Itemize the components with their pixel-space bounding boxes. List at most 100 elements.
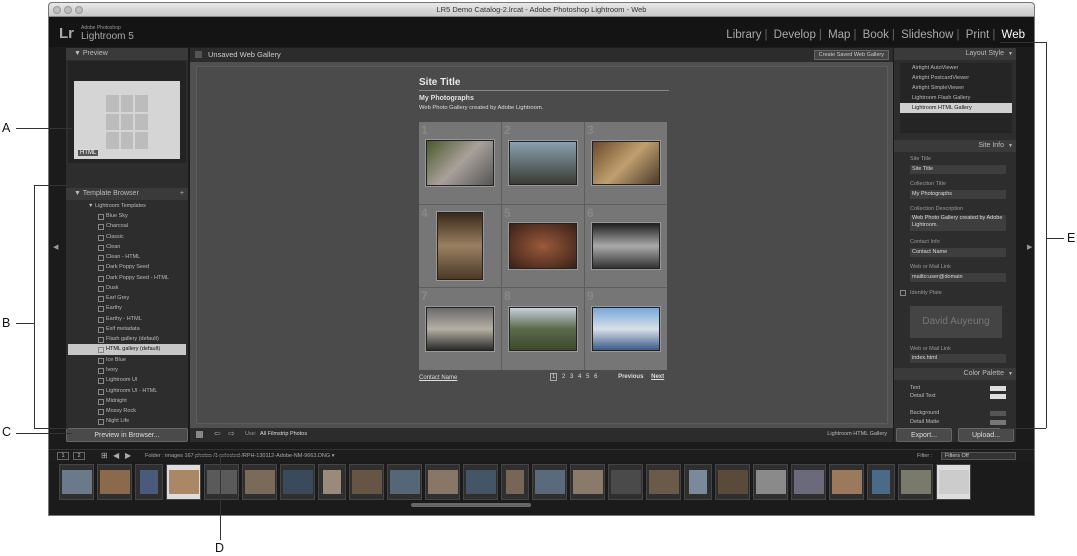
next-arrow-icon[interactable]: ⇨ — [228, 429, 235, 438]
filmstrip-thumbnail[interactable] — [570, 464, 605, 500]
filmstrip-thumbnail[interactable] — [867, 464, 895, 500]
layout-style-header[interactable]: Layout Style — [894, 48, 1016, 60]
template-item[interactable]: Classic — [68, 232, 186, 242]
layout-style-item[interactable]: Lightroom Flash Gallery — [900, 93, 1012, 103]
next-link[interactable]: Next — [651, 374, 664, 380]
filmstrip-thumbnail[interactable] — [501, 464, 529, 500]
template-item[interactable]: Earthy — [68, 303, 186, 313]
template-item[interactable]: Earl Grey — [68, 293, 186, 303]
template-item[interactable]: Clean - HTML — [68, 252, 186, 262]
filmstrip-thumbnail[interactable] — [829, 464, 864, 500]
filmstrip-thumbnail[interactable] — [166, 464, 201, 500]
forward-arrow-icon[interactable]: ▶ — [125, 451, 131, 460]
template-item[interactable]: Lightroom UI - HTML — [68, 386, 186, 396]
identity-plate[interactable]: David Auyeung — [910, 306, 1002, 338]
source-path[interactable]: Folder : images 167 photos /1 selected /… — [145, 453, 334, 459]
photo-thumbnail[interactable] — [437, 212, 483, 280]
layout-style-item[interactable]: Airtight PostcardViewer — [900, 73, 1012, 83]
template-item[interactable]: Blue Sky — [68, 211, 186, 221]
photo-thumbnail[interactable] — [592, 223, 660, 269]
photo-thumbnail[interactable] — [509, 141, 577, 185]
filmstrip-scrollbar[interactable] — [411, 503, 531, 507]
filmstrip-thumbnail[interactable] — [463, 464, 498, 500]
template-item[interactable]: Flash gallery (default) — [68, 334, 186, 344]
collection-description-field[interactable]: Web Photo Gallery created by Adobe Light… — [910, 215, 1006, 231]
filmstrip-thumbnail[interactable] — [715, 464, 750, 500]
grid-cell[interactable]: 2 — [502, 122, 584, 204]
filmstrip-thumbnail[interactable] — [387, 464, 422, 500]
grid-cell[interactable]: 3 — [585, 122, 667, 204]
site-info-header[interactable]: Site Info — [894, 140, 1016, 152]
template-item[interactable]: Dusk — [68, 283, 186, 293]
filmstrip-thumbnail[interactable] — [135, 464, 163, 500]
template-item[interactable]: Earthy - HTML — [68, 314, 186, 324]
back-arrow-icon[interactable]: ◀ — [113, 451, 119, 460]
filmstrip-thumbnail[interactable] — [349, 464, 384, 500]
contact-link[interactable]: Contact Name — [419, 375, 457, 381]
filmstrip-thumbnail[interactable] — [97, 464, 132, 500]
grid-cell[interactable]: 6 — [585, 205, 667, 287]
template-item[interactable]: Dark Poppy Seed — [68, 262, 186, 272]
page-3[interactable]: 3 — [570, 374, 573, 380]
page-1[interactable]: 1 — [550, 373, 558, 381]
create-saved-web-gallery-button[interactable]: Create Saved Web Gallery — [813, 50, 889, 60]
template-item[interactable]: Ivory — [68, 365, 186, 375]
module-map[interactable]: Map — [825, 29, 853, 41]
previous-link[interactable]: Previous — [618, 374, 643, 380]
template-folder[interactable]: ▼ Lightroom Templates — [68, 201, 186, 211]
grid-view-icon[interactable]: ⊞ — [101, 451, 108, 460]
stop-icon[interactable] — [196, 431, 203, 438]
background-color-swatch[interactable] — [990, 411, 1006, 416]
template-item[interactable]: Mossy Rock — [68, 406, 186, 416]
module-slideshow[interactable]: Slideshow — [898, 29, 956, 41]
layout-style-item[interactable]: Lightroom HTML Gallery — [900, 103, 1012, 113]
template-item[interactable]: Midnight — [68, 396, 186, 406]
template-browser-header[interactable]: ▼ Template Browser + — [66, 188, 188, 200]
photo-thumbnail[interactable] — [426, 140, 494, 186]
template-item[interactable]: Clean — [68, 242, 186, 252]
photo-thumbnail[interactable] — [509, 223, 577, 269]
upload-button[interactable]: Upload... — [958, 428, 1014, 442]
grid-cell[interactable]: 8 — [502, 288, 584, 370]
template-item[interactable]: Night Life — [68, 416, 186, 426]
grid-cell[interactable]: 1 — [419, 122, 501, 204]
detail-matte-color-swatch[interactable] — [990, 420, 1006, 425]
grid-cell[interactable]: 9 — [585, 288, 667, 370]
page-2[interactable]: 2 — [562, 374, 565, 380]
filmstrip-thumbnail[interactable] — [280, 464, 315, 500]
preview-in-browser-button[interactable]: Preview in Browser... — [66, 428, 188, 442]
identity-link-field[interactable]: index.html — [910, 354, 1006, 363]
right-panel-toggle-icon[interactable]: ▶ — [1027, 243, 1032, 251]
web-mail-link-field[interactable]: mailto:user@domain — [910, 273, 1006, 282]
collection-title-field[interactable]: My Photographs — [910, 190, 1006, 199]
color-palette-header[interactable]: Color Palette — [894, 368, 1016, 380]
page-4[interactable]: 4 — [578, 374, 581, 380]
module-library[interactable]: Library — [723, 29, 764, 41]
use-selector[interactable]: All Filmstrip Photos — [260, 431, 307, 437]
module-book[interactable]: Book — [860, 29, 892, 41]
filmstrip-thumbnail[interactable] — [791, 464, 826, 500]
filmstrip-thumbnail[interactable] — [646, 464, 681, 500]
grid-cell[interactable]: 4 — [419, 205, 501, 287]
template-item[interactable]: Lightroom UI — [68, 375, 186, 385]
grid-cell[interactable]: 7 — [419, 288, 501, 370]
filmstrip-thumbnail[interactable] — [936, 464, 971, 500]
previous-arrow-icon[interactable]: ⇦ — [214, 429, 221, 438]
filmstrip-thumbnail[interactable] — [898, 464, 933, 500]
filmstrip-thumbnail[interactable] — [684, 464, 712, 500]
module-print[interactable]: Print — [963, 29, 993, 41]
layout-style-item[interactable]: Airtight AutoViewer — [900, 63, 1012, 73]
identity-plate-checkbox[interactable] — [900, 290, 906, 296]
template-item[interactable]: Ice Blue — [68, 355, 186, 365]
filmstrip-thumbnail[interactable] — [532, 464, 567, 500]
text-color-swatch[interactable] — [990, 386, 1006, 391]
collection-title[interactable]: My Photographs — [419, 95, 474, 102]
filmstrip-thumbnail[interactable] — [753, 464, 788, 500]
filmstrip-thumbnail[interactable] — [204, 464, 239, 500]
filmstrip-thumbnail[interactable] — [608, 464, 643, 500]
photo-thumbnail[interactable] — [592, 141, 660, 185]
module-develop[interactable]: Develop — [771, 29, 819, 41]
detail-text-color-swatch[interactable] — [990, 394, 1006, 399]
left-panel-toggle-icon[interactable]: ◀ — [53, 243, 58, 251]
filmstrip-thumbnail[interactable] — [318, 464, 346, 500]
